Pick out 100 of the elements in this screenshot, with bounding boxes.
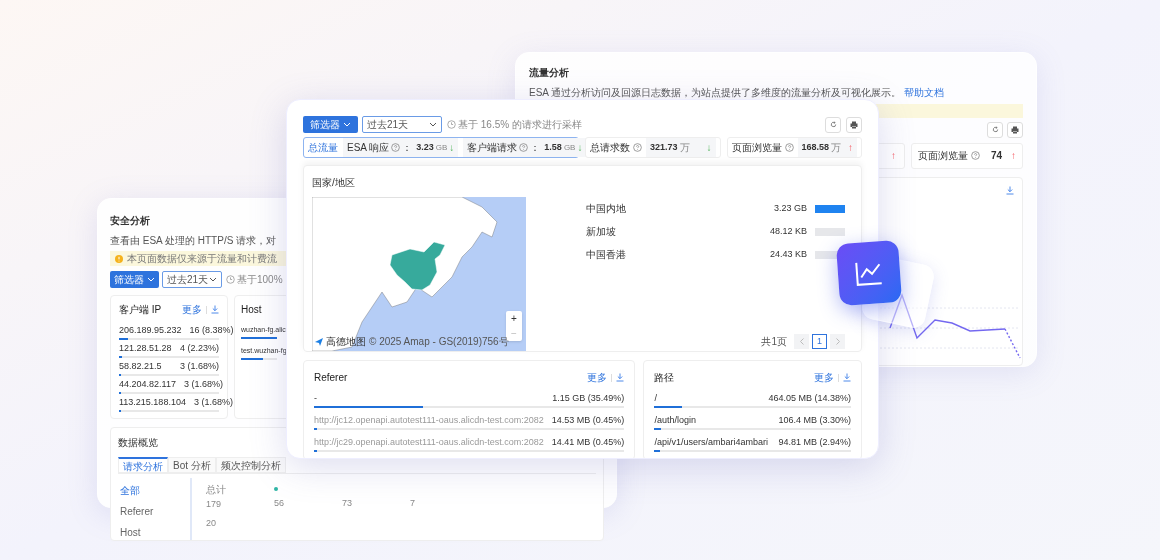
region-name: 中国香港	[586, 248, 627, 262]
row-value: 16 (8.38%)	[189, 325, 234, 336]
card-title: Referer	[314, 371, 348, 385]
help-icon	[633, 143, 642, 152]
card-title: 客户端 IP	[119, 303, 162, 317]
stat-value: 179	[206, 498, 223, 511]
row-value: 464.05 MB (14.38%)	[768, 393, 851, 404]
row-value: 94.81 MB (2.94%)	[778, 437, 851, 448]
menu-item[interactable]: Host	[118, 525, 143, 540]
help-icon	[784, 143, 794, 152]
clock-icon	[226, 275, 235, 284]
metric-label: ESA 响应	[347, 141, 390, 155]
tab[interactable]: 请求分析	[118, 457, 168, 473]
more-link[interactable]: 更多	[814, 370, 834, 385]
refresh-button[interactable]	[825, 116, 841, 133]
region-name: 新加坡	[586, 225, 617, 239]
stat-label: 总计	[206, 483, 227, 497]
map-attribution: © 2025 Amap - GS(2019)756号	[369, 335, 509, 349]
row-label: 113.215.188.104	[119, 397, 186, 408]
row-label: /api/v1/users/ambari4ambari	[654, 437, 768, 448]
colon: ：	[530, 141, 541, 155]
download-icon[interactable]	[616, 373, 625, 382]
metric-unit: 万	[679, 141, 691, 155]
metric-value: 321.73	[650, 140, 678, 154]
row-value: 14.53 MB (0.45%)	[551, 415, 625, 426]
trend-arrow: ↓	[706, 141, 712, 155]
map-logo-text: 高德地图	[326, 335, 366, 349]
download-icon[interactable]	[1006, 185, 1014, 195]
page-button[interactable]: 1	[812, 334, 827, 349]
refresh-icon	[991, 126, 999, 134]
page-description: 查看由 ESA 处理的 HTTP/S 请求，对	[110, 234, 278, 248]
metric-value: 1.58	[544, 140, 562, 154]
help-icon	[519, 143, 529, 152]
metric-unit: GB	[435, 141, 448, 154]
more-link[interactable]: 更多	[182, 302, 202, 317]
row-value: 3 (1.68%)	[193, 397, 233, 408]
colon: ：	[402, 141, 413, 155]
tab[interactable]: 频次控制分析	[215, 457, 286, 473]
chevron-down-icon	[209, 277, 217, 282]
chevron-down-icon	[343, 122, 351, 127]
axis-label: 20	[206, 516, 217, 530]
blurred-url: http://jc29.openapi.autotest111-oaus.alicdn-test.com:2082	[314, 437, 544, 448]
menu-item[interactable]: Referer	[118, 504, 156, 519]
card-title: 国家/地区	[312, 176, 356, 190]
row-value: 106.4 MB (3.30%)	[778, 415, 851, 426]
trend-arrow: ↓	[577, 141, 583, 155]
download-icon[interactable]	[843, 373, 851, 382]
print-icon	[1011, 125, 1019, 134]
region-value: 24.43 KB	[769, 247, 807, 261]
metric-label: 客户端请求	[467, 141, 518, 155]
warning-icon	[115, 254, 123, 263]
row-value: 14.41 MB (0.45%)	[551, 437, 625, 448]
metric-label: 总请求数	[590, 141, 630, 155]
print-icon	[850, 120, 858, 129]
print-button[interactable]	[1007, 121, 1023, 138]
help-link[interactable]: 帮助文档	[904, 87, 944, 98]
map-logo-icon	[315, 337, 323, 346]
print-button[interactable]	[846, 116, 862, 133]
sampling-note: 基于100%	[237, 273, 283, 287]
region-name: 中国内地	[586, 202, 627, 216]
metric-value: 74	[991, 149, 1004, 164]
tab[interactable]: Bot 分析	[168, 457, 216, 473]
trend-arrow: ↑	[891, 149, 896, 164]
page-count: 共1页	[761, 335, 787, 349]
region-value: 48.12 KB	[769, 224, 807, 238]
stat-value: 7	[410, 497, 416, 510]
download-icon[interactable]	[211, 305, 219, 314]
row-label: 121.28.51.28	[119, 343, 172, 354]
menu-item[interactable]: 全部	[118, 483, 142, 498]
filter-button[interactable]: 筛选器	[110, 271, 159, 288]
zoom-in-button[interactable]: +	[506, 311, 522, 326]
metric-label: 页面浏览量	[918, 149, 968, 164]
sampling-note: 基于 16.5% 的请求进行采样	[458, 118, 582, 132]
row-value: 1.15 GB (35.49%)	[552, 393, 625, 404]
stat-value: 73	[342, 497, 353, 510]
row-label: /auth/login	[654, 415, 696, 426]
previous-page-button[interactable]	[794, 334, 809, 349]
row-label: 206.189.95.232	[119, 325, 182, 336]
row-value: 4 (2.23%)	[179, 343, 219, 354]
metric-unit: GB	[563, 141, 576, 154]
metric-label: 页面浏览量	[731, 141, 782, 155]
metric-value: 168.58	[801, 140, 830, 154]
help-icon	[391, 143, 401, 152]
chevron-down-icon	[429, 122, 437, 127]
row-label: -	[314, 393, 317, 404]
trend-arrow: ↑	[1011, 149, 1016, 164]
time-range-select[interactable]: 过去21天	[362, 116, 442, 133]
next-page-button[interactable]	[830, 334, 845, 349]
time-range-select[interactable]: 过去21天	[162, 271, 222, 288]
metric-value: 3.23	[416, 140, 434, 154]
row-label: /	[654, 393, 657, 404]
refresh-icon	[829, 121, 837, 128]
page-title: 流量分析	[529, 66, 570, 80]
filter-button[interactable]: 筛选器	[303, 116, 358, 133]
more-link[interactable]: 更多	[587, 370, 608, 385]
row-label: 44.204.82.117	[119, 379, 176, 390]
chevron-down-icon	[147, 277, 155, 282]
metric-unit: 万	[831, 141, 843, 155]
row-label: 58.82.21.5	[119, 361, 162, 372]
help-icon	[971, 151, 980, 161]
